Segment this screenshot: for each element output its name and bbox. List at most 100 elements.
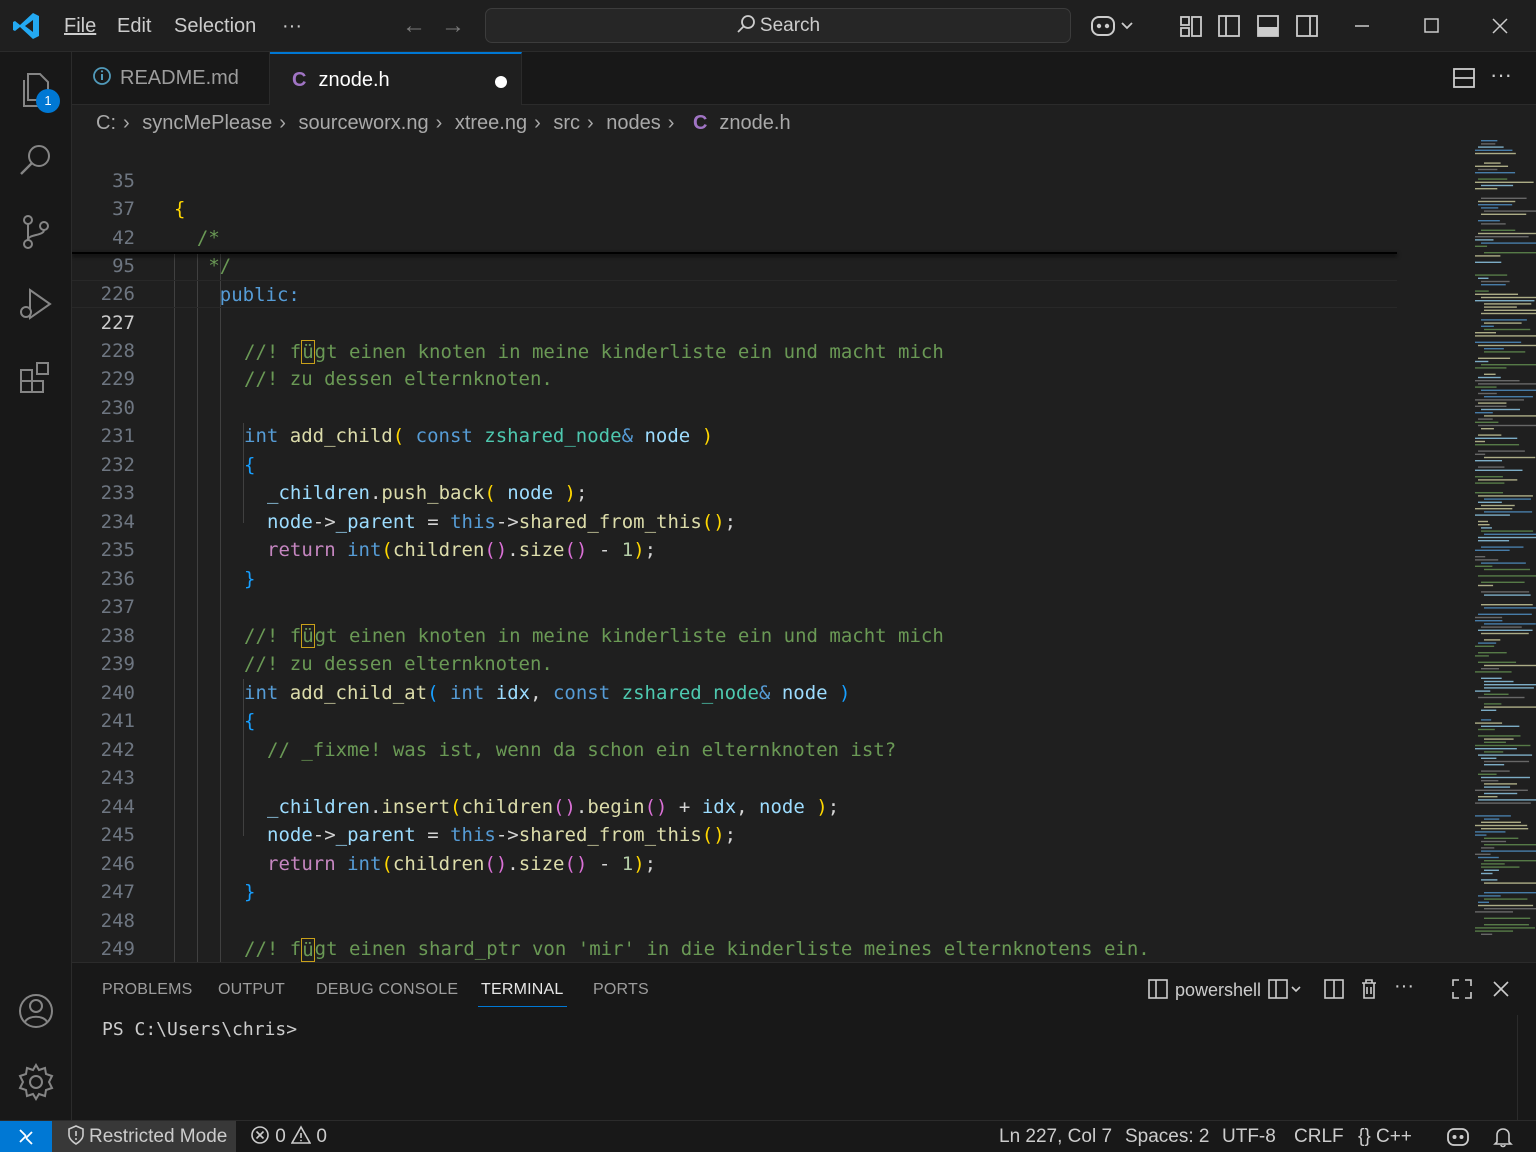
eol-setting[interactable]: CRLF [1294, 1121, 1344, 1152]
source-control-icon[interactable] [16, 212, 56, 252]
code-line[interactable]: 231 { [72, 394, 1397, 476]
code-line[interactable]: 241 // _fixme! was ist, wenn da schon ei… [72, 679, 1397, 761]
minimap-line [1484, 594, 1531, 596]
unsaved-dot-icon[interactable] [495, 76, 507, 88]
minimap-line [1481, 319, 1527, 321]
code-line[interactable]: 246 } [72, 821, 1397, 904]
tab-debug-console[interactable]: DEBUG CONSOLE [316, 979, 458, 1007]
code-editor[interactable]: 35 { 37 /* 42 */ 95 public: 226 227 //! … [72, 138, 1536, 962]
code-line[interactable]: 236 [72, 536, 1397, 590]
nav-forward-icon[interactable]: → [441, 12, 465, 40]
code-line[interactable]: 230 int add_child( const zshared_node& n… [72, 365, 1397, 448]
sticky-line[interactable]: 35 { [72, 138, 1397, 221]
minimize-icon[interactable] [1328, 0, 1396, 52]
minimap-line [1481, 229, 1516, 231]
new-terminal-split-icon[interactable] [1266, 977, 1306, 1001]
tab-znode[interactable]: Cznode.h [270, 52, 522, 105]
minimap-line [1484, 623, 1536, 625]
maximize-panel-icon[interactable] [1450, 977, 1474, 1001]
minimap[interactable] [1469, 138, 1536, 962]
terminal-name[interactable]: powershell [1175, 979, 1261, 1001]
cursor-position[interactable]: Ln 227, Col 7 [999, 1121, 1112, 1152]
code-line[interactable]: 245 return int(children().size() - 1); [72, 793, 1397, 875]
breadcrumb-sourceworx[interactable]: sourceworx.ng [299, 112, 429, 134]
minimap-line [1478, 479, 1518, 481]
breadcrumb-nodes[interactable]: nodes [606, 112, 661, 134]
run-debug-icon[interactable] [16, 284, 56, 324]
problems-indicator[interactable]: 0 0 [250, 1121, 327, 1152]
accounts-icon[interactable] [16, 991, 56, 1031]
menu-selection[interactable]: Selection [174, 0, 256, 52]
code-line[interactable]: 242 [72, 707, 1397, 761]
breadcrumb-file[interactable]: znode.h [719, 112, 790, 134]
code-line[interactable]: 249 void add_me_at( int offset ) [72, 907, 1397, 960]
minimap-line [1475, 236, 1529, 238]
breadcrumb-src[interactable]: src [553, 112, 580, 134]
minimap-line [1481, 530, 1534, 532]
toggle-panel-icon[interactable] [1255, 13, 1281, 39]
manage-gear-icon[interactable] [16, 1062, 56, 1102]
copilot-status-icon[interactable] [1446, 1126, 1470, 1148]
code-line[interactable]: 247 [72, 850, 1397, 903]
code-line[interactable]: 228 //! zu dessen elternknoten. [72, 308, 1397, 391]
minimap-line [1481, 197, 1527, 199]
code-line[interactable]: 248 //! fügt einen shard_ptr von 'mir' i… [72, 878, 1397, 962]
chevron-right-icon: › [279, 112, 286, 134]
breadcrumb-drive[interactable]: C: [96, 112, 116, 134]
code-line[interactable]: 233 node->_parent = this->shared_from_th… [72, 451, 1397, 533]
breadcrumb-xtree[interactable]: xtree.ng [455, 112, 527, 134]
code-line[interactable]: 235 } [72, 508, 1397, 590]
copilot-icon[interactable] [1090, 13, 1136, 39]
minimap-line [1475, 245, 1488, 247]
code-line[interactable]: 250 { [72, 935, 1397, 962]
menu-more[interactable]: ··· [282, 0, 302, 52]
tab-output[interactable]: OUTPUT [218, 979, 285, 1007]
sticky-line[interactable]: 37 /* [72, 167, 1397, 249]
tab-problems[interactable]: PROBLEMS [102, 979, 193, 1007]
menu-edit[interactable]: Edit [117, 0, 151, 52]
code-line-current[interactable]: 227 //! fügt einen knoten in meine kinde… [72, 279, 1397, 364]
trash-icon[interactable] [1357, 977, 1381, 1001]
encoding-setting[interactable]: UTF-8 [1222, 1121, 1276, 1152]
split-terminal-icon[interactable] [1322, 977, 1346, 1001]
code-line[interactable]: 229 [72, 337, 1397, 390]
toggle-primary-sidebar-icon[interactable] [1216, 13, 1242, 39]
close-panel-icon[interactable] [1489, 977, 1513, 1001]
terminal-prompt[interactable]: PS C:\Users\chris> [102, 1019, 297, 1040]
close-window-icon[interactable] [1466, 0, 1534, 52]
language-mode[interactable]: {} C++ [1358, 1121, 1412, 1152]
code-line[interactable]: 234 return int(children().size() - 1); [72, 479, 1397, 562]
panel-more-icon[interactable]: ··· [1394, 975, 1414, 998]
remote-icon [19, 1129, 33, 1145]
code-line[interactable]: 240 { [72, 650, 1397, 733]
command-center-search[interactable]: Search [485, 8, 1071, 43]
restricted-mode-indicator[interactable]: Restricted Mode [52, 1121, 236, 1152]
indentation-setting[interactable]: Spaces: 2 [1125, 1121, 1210, 1152]
code-line[interactable]: 232 _children.push_back( node ); [72, 422, 1397, 505]
editor-more-actions-icon[interactable]: ··· [1490, 62, 1512, 88]
code-line[interactable]: 226 [72, 251, 1397, 305]
remote-indicator[interactable] [0, 1121, 52, 1152]
breadcrumb-syncmeplease[interactable]: syncMePlease [142, 112, 272, 134]
tab-terminal[interactable]: TERMINAL [478, 979, 567, 1007]
search-view-icon[interactable] [16, 140, 56, 180]
menu-file[interactable]: File [64, 0, 96, 52]
code-line[interactable]: 244 node->_parent = this->shared_from_th… [72, 764, 1397, 847]
nav-back-icon[interactable]: ← [402, 12, 426, 40]
code-line[interactable]: 239 int add_child_at( int idx, const zsh… [72, 622, 1397, 704]
minimap-line [1481, 840, 1507, 843]
tab-readme[interactable]: README.md [72, 52, 270, 105]
tab-ports[interactable]: PORTS [593, 979, 649, 1007]
customize-layout-icon[interactable] [1178, 13, 1204, 39]
sticky-line[interactable]: 42 */ [72, 195, 1397, 278]
extensions-icon[interactable] [16, 358, 56, 398]
code-line[interactable]: 243 _children.insert(children().begin() … [72, 736, 1397, 818]
notifications-bell-icon[interactable] [1492, 1126, 1514, 1148]
maximize-icon[interactable] [1397, 0, 1465, 52]
code-line[interactable]: 237 //! fügt einen knoten in meine kinde… [72, 565, 1397, 648]
sticky-line[interactable]: 95 public: [72, 224, 1397, 306]
terminal-scrollbar[interactable] [1517, 1015, 1536, 1121]
code-line[interactable]: 238 //! zu dessen elternknoten. [72, 593, 1397, 676]
split-editor-icon[interactable] [1452, 66, 1476, 90]
toggle-secondary-sidebar-icon[interactable] [1294, 13, 1320, 39]
